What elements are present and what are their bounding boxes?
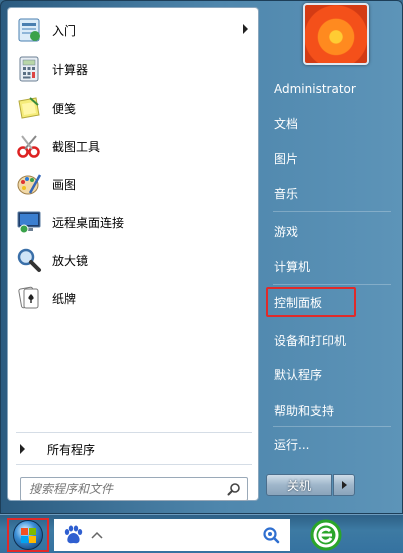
start-menu: 入门 计算器 便笺 截图工具 画图 远程桌面连接 放大镜 纸牌 所有程序 搜索程… xyxy=(0,0,403,514)
user-name: Administrator xyxy=(274,82,356,96)
program-item-calculator[interactable]: 计算器 xyxy=(10,51,256,87)
computer-link[interactable]: 计算机 xyxy=(268,251,394,281)
help-support-link[interactable]: 帮助和支持 xyxy=(268,395,394,425)
control-panel-label: 控制面板 xyxy=(274,295,323,310)
search-input[interactable] xyxy=(29,482,225,496)
taskbar xyxy=(0,514,403,553)
windows-logo-icon xyxy=(13,520,43,550)
search-box[interactable] xyxy=(20,477,248,501)
solitaire-icon xyxy=(14,283,44,313)
games-label: 游戏 xyxy=(274,224,299,239)
search-icon[interactable] xyxy=(262,526,280,544)
magnifier-icon xyxy=(14,245,44,275)
right-arrow-icon xyxy=(20,444,25,454)
remote-desktop-icon xyxy=(14,207,44,237)
program-label: 纸牌 xyxy=(52,291,77,306)
places-pane: Administrator 文档 图片 音乐 游戏 计算机 控制面板 设备和打印… xyxy=(263,1,403,515)
right-arrow-icon xyxy=(341,481,347,489)
default-programs-link[interactable]: 默认程序 xyxy=(268,359,394,389)
program-item-snipping-tool[interactable]: 截图工具 xyxy=(10,128,256,164)
sticky-notes-icon xyxy=(14,93,44,123)
run-link[interactable]: 运行... xyxy=(268,429,394,459)
baidu-paw-icon[interactable] xyxy=(62,524,84,546)
separator xyxy=(273,426,391,427)
help-support-label: 帮助和支持 xyxy=(274,403,335,418)
shutdown-label: 关机 xyxy=(286,478,311,493)
music-link[interactable]: 音乐 xyxy=(268,178,394,208)
shutdown-group: 关机 xyxy=(266,474,356,496)
devices-printers-link[interactable]: 设备和打印机 xyxy=(268,325,394,355)
separator xyxy=(273,211,391,212)
program-item-getting-started[interactable]: 入门 xyxy=(10,12,256,48)
programs-pane: 入门 计算器 便笺 截图工具 画图 远程桌面连接 放大镜 纸牌 所有程序 搜索程… xyxy=(7,7,259,501)
control-panel-link[interactable]: 控制面板 xyxy=(266,287,356,317)
user-name-link[interactable]: Administrator xyxy=(268,74,394,104)
shutdown-options-button[interactable] xyxy=(333,474,355,496)
program-label: 便笺 xyxy=(52,101,77,116)
program-label: 画图 xyxy=(52,177,77,192)
all-programs-button[interactable]: 所有程序 xyxy=(10,436,256,462)
program-item-paint[interactable]: 画图 xyxy=(10,166,256,202)
program-label: 远程桌面连接 xyxy=(52,215,125,230)
divider xyxy=(16,464,252,465)
calculator-icon xyxy=(14,54,44,84)
pictures-link[interactable]: 图片 xyxy=(268,143,394,173)
shutdown-button[interactable]: 关机 xyxy=(266,474,332,496)
documents-link[interactable]: 文档 xyxy=(268,108,394,138)
paint-icon xyxy=(14,169,44,199)
divider xyxy=(16,432,252,433)
program-item-remote-desktop[interactable]: 远程桌面连接 xyxy=(10,204,256,240)
music-label: 音乐 xyxy=(274,186,299,201)
pictures-label: 图片 xyxy=(274,151,299,166)
program-label: 入门 xyxy=(52,23,77,38)
default-programs-label: 默认程序 xyxy=(274,367,323,382)
search-icon[interactable] xyxy=(227,482,241,496)
documents-label: 文档 xyxy=(274,116,299,131)
run-label: 运行... xyxy=(274,437,310,452)
computer-label: 计算机 xyxy=(274,259,311,274)
all-programs-label: 所有程序 xyxy=(47,442,96,457)
toolbar-box xyxy=(54,519,290,551)
program-item-solitaire[interactable]: 纸牌 xyxy=(10,280,256,316)
program-item-sticky-notes[interactable]: 便笺 xyxy=(10,90,256,126)
start-button[interactable] xyxy=(7,518,49,552)
snipping-tool-icon xyxy=(14,131,44,161)
program-label: 截图工具 xyxy=(52,139,101,154)
program-item-magnifier[interactable]: 放大镜 xyxy=(10,242,256,278)
devices-printers-label: 设备和打印机 xyxy=(274,333,347,348)
browser-icon[interactable] xyxy=(309,518,343,552)
chevron-up-icon[interactable] xyxy=(90,528,104,542)
getting-started-icon xyxy=(14,15,44,45)
games-link[interactable]: 游戏 xyxy=(268,216,394,246)
submenu-arrow-icon xyxy=(243,24,248,34)
user-avatar[interactable] xyxy=(303,3,369,65)
program-label: 计算器 xyxy=(52,62,89,77)
separator xyxy=(273,284,391,285)
program-label: 放大镜 xyxy=(52,253,89,268)
